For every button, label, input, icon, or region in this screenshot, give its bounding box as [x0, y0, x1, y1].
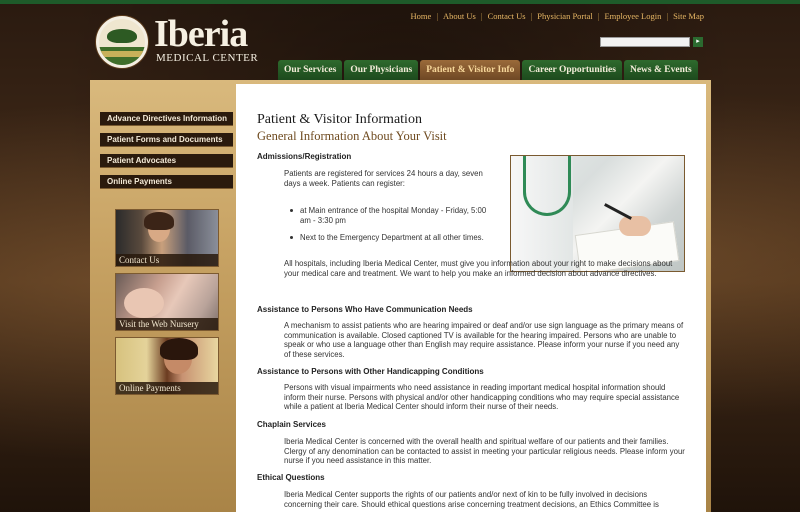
logo-seal-icon	[96, 16, 148, 68]
tab-our-physicians[interactable]: Our Physicians	[344, 60, 419, 80]
section-heading-chaplain: Chaplain Services	[257, 420, 326, 429]
tab-patient-visitor-info[interactable]: Patient & Visitor Info	[420, 60, 521, 80]
sidebar-menu: Advance Directives Information Patient F…	[100, 112, 233, 196]
separator: |	[597, 11, 600, 21]
separator: |	[480, 11, 483, 21]
search-box: ▸	[600, 37, 704, 47]
list-item: Next to the Emergency Department at all …	[290, 233, 490, 243]
section-text-communication: A mechanism to assist patients who are h…	[284, 321, 684, 359]
promo-web-nursery[interactable]: Visit the Web Nursery	[115, 273, 219, 331]
list-item: at Main entrance of the hospital Monday …	[290, 206, 490, 225]
util-link-home[interactable]: Home	[411, 11, 432, 21]
section-text-chaplain: Iberia Medical Center is concerned with …	[284, 437, 685, 466]
util-link-physician-portal[interactable]: Physician Portal	[537, 11, 592, 21]
promo-contact-us[interactable]: Contact Us	[115, 209, 219, 267]
site-logo[interactable]: Iberia MEDICAL CENTER	[96, 14, 261, 70]
search-input[interactable]	[600, 37, 690, 47]
util-link-contact-us[interactable]: Contact Us	[488, 11, 526, 21]
page-title: Patient & Visitor Information	[257, 112, 422, 127]
page-subtitle: General Information About Your Visit	[257, 129, 447, 143]
sidebar-item-patient-advocates[interactable]: Patient Advocates	[100, 154, 233, 168]
logo-subtitle: MEDICAL CENTER	[156, 52, 259, 64]
util-link-about-us[interactable]: About Us	[443, 11, 476, 21]
tab-news-events[interactable]: News & Events	[623, 60, 698, 80]
sidebar: Advance Directives Information Patient F…	[90, 80, 235, 512]
registration-locations-list: at Main entrance of the hospital Monday …	[290, 206, 490, 251]
sidebar-item-patient-forms[interactable]: Patient Forms and Documents	[100, 133, 233, 147]
section-heading-admissions: Admissions/Registration	[257, 152, 352, 161]
main-content: Patient & Visitor Information General In…	[236, 84, 706, 512]
utility-nav: Home | About Us | Contact Us | Physician Porta…	[411, 11, 704, 21]
util-link-employee-login[interactable]: Employee Login	[604, 11, 661, 21]
section-heading-ethics: Ethical Questions	[257, 473, 325, 482]
promo-online-payments[interactable]: Online Payments	[115, 337, 219, 395]
promo-caption: Visit the Web Nursery	[116, 318, 218, 330]
section-text-ethics: Iberia Medical Center supports the right…	[284, 490, 659, 509]
promo-caption: Contact Us	[116, 254, 218, 266]
util-link-site-map[interactable]: Site Map	[673, 11, 704, 21]
tab-our-services[interactable]: Our Services	[278, 60, 343, 80]
section-text-admissions-intro: Patients are registered for services 24 …	[284, 169, 483, 188]
search-go-button[interactable]: ▸	[693, 37, 703, 47]
tab-career-opportunities[interactable]: Career Opportunities	[522, 60, 622, 80]
promo-caption: Online Payments	[116, 382, 218, 394]
section-text-handicap: Persons with visual impairments who need…	[284, 383, 680, 412]
hero-image-doctor	[510, 155, 685, 272]
separator: |	[530, 11, 533, 21]
separator: |	[436, 11, 439, 21]
section-text-admissions-outro: All hospitals, including Iberia Medical …	[284, 259, 673, 278]
logo-name: Iberia	[154, 13, 248, 55]
top-accent-bar	[0, 0, 800, 4]
separator: |	[666, 11, 669, 21]
section-heading-communication: Assistance to Persons Who Have Communica…	[257, 305, 473, 314]
sidebar-item-online-payments[interactable]: Online Payments	[100, 175, 233, 189]
sidebar-item-advance-directives[interactable]: Advance Directives Information	[100, 112, 233, 126]
section-heading-handicap: Assistance to Persons with Other Handica…	[257, 367, 484, 376]
main-nav: Our Services Our Physicians Patient & Vi…	[278, 60, 698, 80]
